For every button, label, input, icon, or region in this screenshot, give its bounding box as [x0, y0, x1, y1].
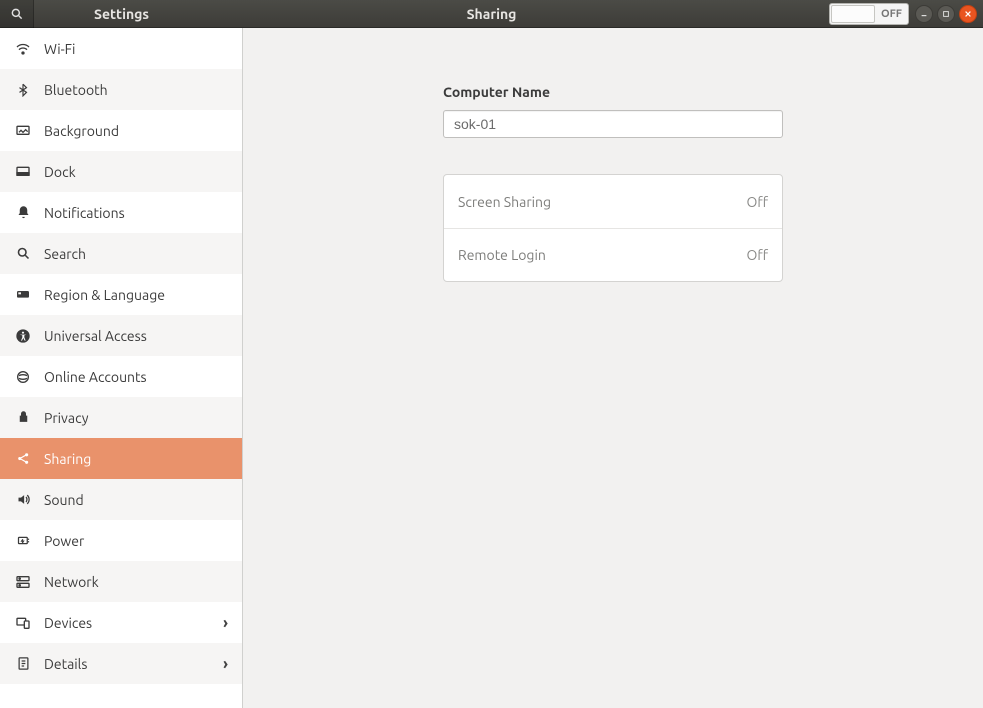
privacy-icon	[14, 409, 32, 427]
chevron-right-icon: ›	[223, 655, 228, 673]
sidebar: Wi-Fi Bluetooth Background Dock Notifica	[0, 28, 243, 708]
minimize-icon	[920, 10, 928, 18]
sidebar-item-label: Details	[44, 656, 87, 672]
network-icon	[14, 573, 32, 591]
power-icon	[14, 532, 32, 550]
sidebar-item-online-accounts[interactable]: Online Accounts	[0, 356, 242, 397]
option-status: Off	[746, 194, 768, 210]
wifi-icon	[14, 40, 32, 58]
sidebar-item-notifications[interactable]: Notifications	[0, 192, 242, 233]
sidebar-item-label: Search	[44, 246, 86, 262]
search-icon	[14, 245, 32, 263]
maximize-icon	[942, 10, 950, 18]
screen-sharing-row[interactable]: Screen Sharing Off	[444, 175, 782, 228]
minimize-button[interactable]	[915, 5, 933, 23]
region-icon	[14, 286, 32, 304]
page-title: Sharing	[467, 6, 517, 22]
sidebar-item-label: Background	[44, 123, 119, 139]
sidebar-item-label: Notifications	[44, 205, 125, 221]
close-button[interactable]	[959, 5, 977, 23]
background-icon	[14, 122, 32, 140]
close-icon	[964, 10, 972, 18]
sidebar-item-wifi[interactable]: Wi-Fi	[0, 28, 242, 69]
search-icon	[10, 7, 24, 21]
option-status: Off	[746, 247, 768, 263]
sidebar-item-sharing[interactable]: Sharing	[0, 438, 242, 479]
sidebar-item-details[interactable]: Details ›	[0, 643, 242, 684]
sidebar-item-label: Devices	[44, 615, 92, 631]
sidebar-item-region-language[interactable]: Region & Language	[0, 274, 242, 315]
online-accounts-icon	[14, 368, 32, 386]
sidebar-item-label: Sound	[44, 492, 84, 508]
window-controls	[915, 5, 977, 23]
titlebar: Settings Sharing OFF	[0, 0, 983, 28]
sidebar-item-dock[interactable]: Dock	[0, 151, 242, 192]
sidebar-item-label: Region & Language	[44, 287, 165, 303]
sidebar-item-label: Online Accounts	[44, 369, 147, 385]
sound-icon	[14, 491, 32, 509]
share-icon	[14, 450, 32, 468]
devices-icon	[14, 614, 32, 632]
sidebar-item-label: Sharing	[44, 451, 91, 467]
computer-name-label: Computer Name	[443, 84, 783, 100]
remote-login-row[interactable]: Remote Login Off	[444, 228, 782, 281]
sidebar-item-label: Wi-Fi	[44, 41, 75, 57]
sidebar-item-sound[interactable]: Sound	[0, 479, 242, 520]
sidebar-item-devices[interactable]: Devices ›	[0, 602, 242, 643]
bell-icon	[14, 204, 32, 222]
sidebar-item-label: Dock	[44, 164, 76, 180]
accessibility-icon	[14, 327, 32, 345]
sidebar-item-label: Universal Access	[44, 328, 147, 344]
sharing-options-panel: Screen Sharing Off Remote Login Off	[443, 174, 783, 282]
chevron-right-icon: ›	[223, 614, 228, 632]
sidebar-item-label: Privacy	[44, 410, 88, 426]
dock-icon	[14, 163, 32, 181]
sidebar-item-privacy[interactable]: Privacy	[0, 397, 242, 438]
sidebar-item-network[interactable]: Network	[0, 561, 242, 602]
details-icon	[14, 655, 32, 673]
sidebar-item-label: Bluetooth	[44, 82, 108, 98]
toggle-label: OFF	[881, 8, 902, 20]
sidebar-item-search[interactable]: Search	[0, 233, 242, 274]
computer-name-input[interactable]	[443, 110, 783, 138]
sharing-master-toggle[interactable]: OFF	[829, 3, 909, 25]
content-area: Computer Name Screen Sharing Off Remote …	[243, 28, 983, 708]
app-title: Settings	[94, 6, 149, 22]
search-button[interactable]	[0, 0, 34, 28]
bluetooth-icon	[14, 81, 32, 99]
sidebar-item-bluetooth[interactable]: Bluetooth	[0, 69, 242, 110]
sidebar-item-label: Network	[44, 574, 99, 590]
sidebar-item-label: Power	[44, 533, 84, 549]
sidebar-item-power[interactable]: Power	[0, 520, 242, 561]
sidebar-item-universal-access[interactable]: Universal Access	[0, 315, 242, 356]
maximize-button[interactable]	[937, 5, 955, 23]
option-label: Screen Sharing	[458, 194, 551, 210]
option-label: Remote Login	[458, 247, 546, 263]
sidebar-item-background[interactable]: Background	[0, 110, 242, 151]
